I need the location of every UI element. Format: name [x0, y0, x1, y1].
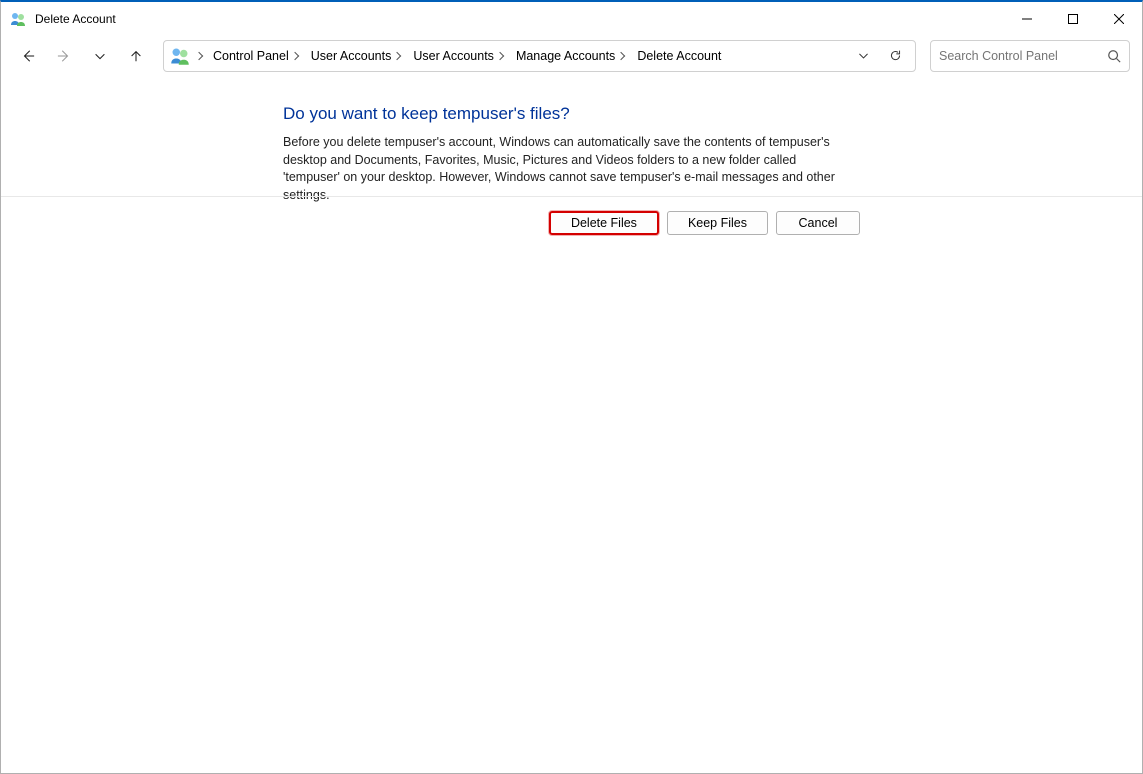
search-box[interactable] — [930, 40, 1130, 72]
user-accounts-icon — [170, 46, 190, 66]
breadcrumb-item[interactable]: Control Panel — [209, 47, 307, 65]
chevron-right-icon[interactable] — [195, 51, 203, 59]
breadcrumb-label: User Accounts — [413, 49, 494, 63]
delete-files-button[interactable]: Delete Files — [549, 211, 659, 235]
address-dropdown-button[interactable] — [849, 42, 877, 70]
breadcrumb-item[interactable]: Delete Account — [633, 47, 727, 65]
breadcrumb-label: Manage Accounts — [516, 49, 615, 63]
breadcrumb-item[interactable]: Manage Accounts — [512, 47, 633, 65]
window-title: Delete Account — [35, 12, 116, 26]
chevron-right-icon — [496, 51, 504, 59]
breadcrumb-item[interactable]: User Accounts — [409, 47, 512, 65]
breadcrumb: Control Panel User Accounts User Account… — [209, 47, 845, 65]
app-icon — [9, 10, 27, 28]
title-bar: Delete Account — [1, 2, 1142, 36]
nav-up-button[interactable] — [121, 41, 151, 71]
breadcrumb-item[interactable]: User Accounts — [307, 47, 410, 65]
address-bar[interactable]: Control Panel User Accounts User Account… — [163, 40, 916, 72]
minimize-button[interactable] — [1004, 3, 1050, 35]
chevron-right-icon — [617, 51, 625, 59]
breadcrumb-label: Control Panel — [213, 49, 289, 63]
nav-recent-button[interactable] — [85, 41, 115, 71]
nav-back-button[interactable] — [13, 41, 43, 71]
maximize-button[interactable] — [1050, 3, 1096, 35]
close-button[interactable] — [1096, 3, 1142, 35]
search-input[interactable] — [939, 49, 1107, 63]
breadcrumb-label: User Accounts — [311, 49, 392, 63]
content-area: Do you want to keep tempuser's files? Be… — [1, 76, 1142, 773]
caption-buttons — [1004, 3, 1142, 35]
action-button-row: Delete Files Keep Files Cancel — [1, 196, 1142, 235]
nav-forward-button[interactable] — [49, 41, 79, 71]
chevron-right-icon — [291, 51, 299, 59]
keep-files-button[interactable]: Keep Files — [667, 211, 768, 235]
page-heading: Do you want to keep tempuser's files? — [283, 104, 871, 124]
toolbar: Control Panel User Accounts User Account… — [1, 36, 1142, 76]
cancel-button[interactable]: Cancel — [776, 211, 860, 235]
page-body-text: Before you delete tempuser's account, Wi… — [283, 134, 853, 204]
refresh-button[interactable] — [881, 42, 909, 70]
breadcrumb-label: Delete Account — [637, 49, 721, 63]
chevron-right-icon — [393, 51, 401, 59]
search-icon — [1107, 49, 1121, 63]
